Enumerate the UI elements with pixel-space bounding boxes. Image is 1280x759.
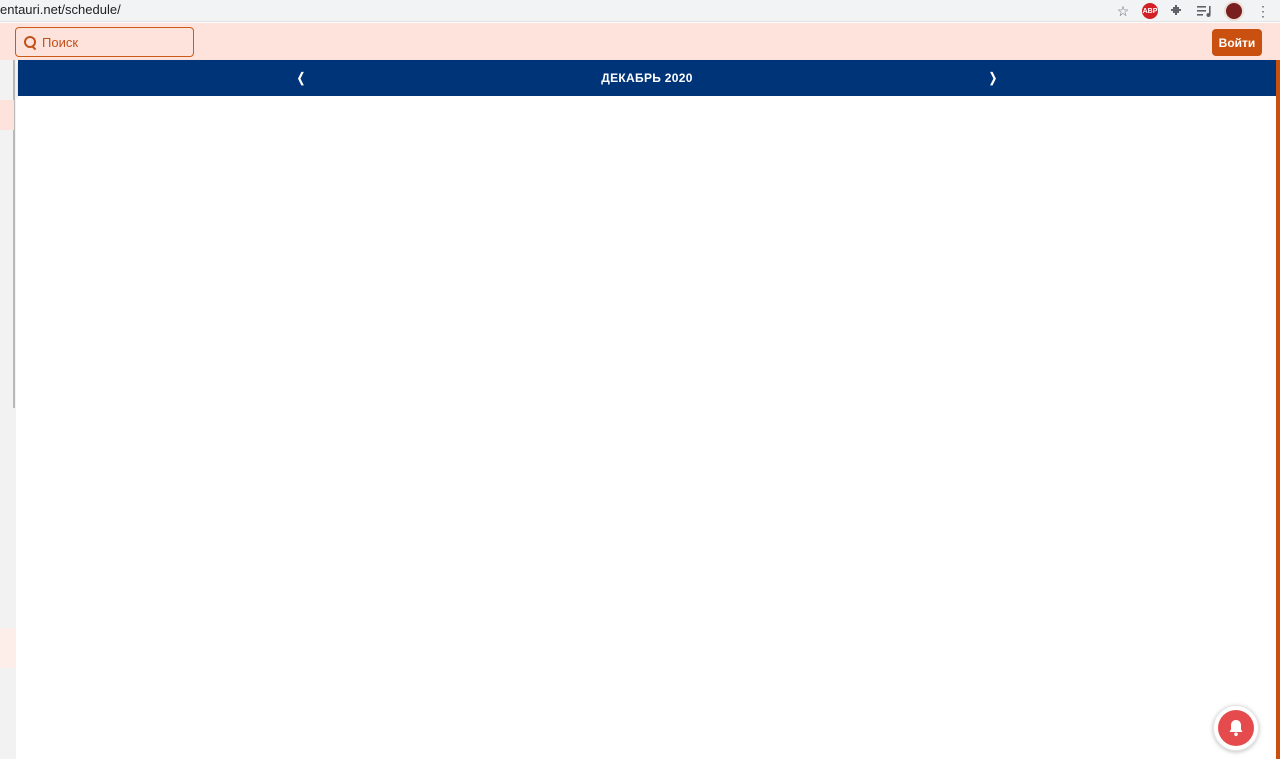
next-month-button[interactable]: ❭ xyxy=(984,69,1002,87)
bell-icon xyxy=(1229,720,1243,737)
menu-icon[interactable]: ⋮ xyxy=(1254,2,1272,20)
left-sidebar-strip xyxy=(0,60,16,759)
media-icon[interactable] xyxy=(1196,2,1214,20)
address-bar-url[interactable]: entauri.net/schedule/ xyxy=(0,2,121,17)
profile-icon[interactable] xyxy=(1224,1,1244,21)
search-icon xyxy=(24,36,36,48)
right-accent-border xyxy=(1276,60,1280,759)
browser-toolbar: entauri.net/schedule/ ☆ ABP ⋮ xyxy=(0,0,1280,22)
search-input[interactable] xyxy=(42,34,182,50)
notification-bell-button[interactable] xyxy=(1213,705,1259,751)
site-header: Войти xyxy=(0,23,1280,60)
browser-toolbar-icons: ☆ ABP ⋮ xyxy=(1114,0,1272,22)
extensions-icon[interactable] xyxy=(1168,2,1186,20)
star-icon[interactable]: ☆ xyxy=(1114,2,1132,20)
bell-icon-circle xyxy=(1218,710,1254,746)
login-button[interactable]: Войти xyxy=(1212,29,1262,56)
adblock-icon[interactable]: ABP xyxy=(1142,3,1158,19)
sidebar-highlight xyxy=(0,100,14,130)
sidebar-highlight-lower xyxy=(0,628,16,668)
month-title: ДЕКАБРЬ 2020 xyxy=(601,71,693,85)
calendar-content-area xyxy=(18,96,1276,759)
month-navigation-bar: ДЕКАБРЬ 2020 ❬ ❭ xyxy=(18,60,1276,96)
search-box[interactable] xyxy=(15,27,194,57)
prev-month-button[interactable]: ❬ xyxy=(292,69,310,87)
